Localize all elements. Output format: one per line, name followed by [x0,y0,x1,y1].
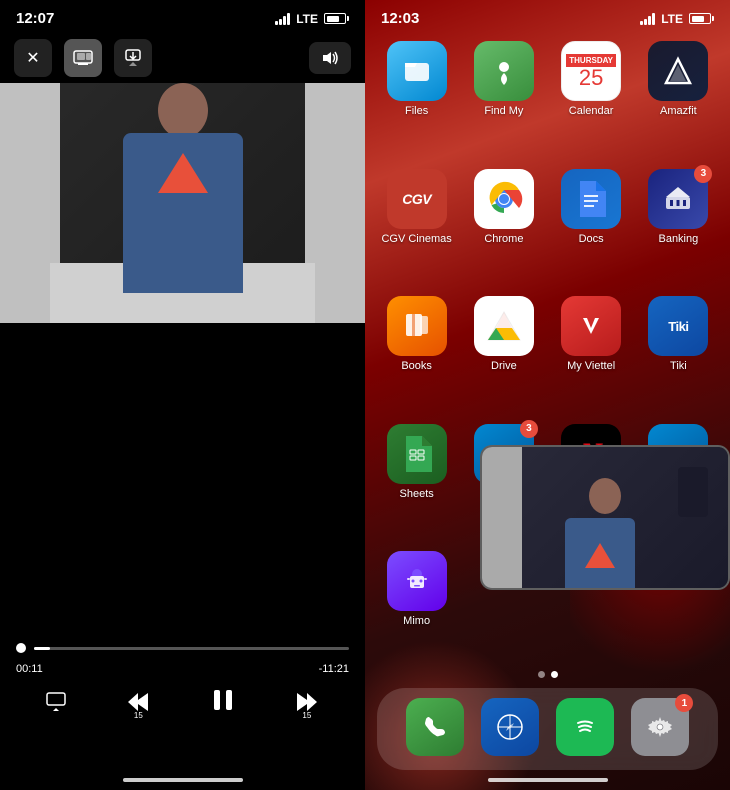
app-sheets[interactable]: Sheets [381,424,452,536]
time-elapsed: 00:11 [16,663,43,675]
progress-row [16,643,349,653]
app-viettel[interactable]: My Viettel [556,296,627,408]
screen-mirror-button[interactable] [64,39,102,77]
banking-label: Banking [658,233,698,245]
banking-badge: 3 [694,165,712,183]
calendar-icon: Thursday 25 [561,41,621,101]
home-indicator [123,778,243,782]
viettel-icon [561,296,621,356]
pip-video-content [482,447,728,588]
cgv-label: CGV Cinemas [381,233,451,245]
dock-phone[interactable] [406,698,464,756]
download-button[interactable] [114,39,152,77]
airplay-button[interactable] [45,691,67,717]
app-mimo[interactable]: Mimo [381,551,452,663]
app-books[interactable]: Books [381,296,452,408]
left-time: 12:07 [16,10,54,27]
app-files[interactable]: Files [381,41,452,153]
right-home-indicator [488,778,608,782]
zalo-badge: 3 [520,420,538,438]
progress-fill [34,647,50,650]
right-battery-icon [689,13,714,24]
app-drive[interactable]: Drive [468,296,539,408]
sheets-icon [387,424,447,484]
signal-bars-icon [275,13,290,25]
right-phone: 12:03 LTE [365,0,730,790]
play-pause-button[interactable] [210,687,236,720]
playback-controls: 00:11 -11:21 15 [0,643,365,720]
app-cgv[interactable]: CGV CGV Cinemas [381,169,452,281]
files-label: Files [405,105,428,117]
left-status-bar: 12:07 LTE [0,0,365,33]
app-calendar[interactable]: Thursday 25 Calendar [556,41,627,153]
page-dot-2[interactable] [551,671,558,678]
amazfit-icon [648,41,708,101]
fast-forward-button[interactable]: 15 [294,691,320,716]
mimo-label: Mimo [403,615,430,627]
left-status-right: LTE [275,12,349,26]
page-dots [365,671,730,678]
app-docs[interactable]: Docs [556,169,627,281]
docs-icon [561,169,621,229]
dock: 1 [377,688,718,770]
progress-dot[interactable] [16,643,26,653]
page-dot-1[interactable] [538,671,545,678]
calendar-label: Calendar [569,105,614,117]
app-banking[interactable]: 3 Banking [643,169,714,281]
app-tiki[interactable]: Tiki Tiki [643,296,714,408]
tiki-icon: Tiki [648,296,708,356]
docs-label: Docs [579,233,604,245]
cgv-icon: CGV [387,169,447,229]
right-lte: LTE [661,12,683,26]
rewind-button[interactable]: 15 [125,691,151,716]
app-chrome[interactable]: Chrome [468,169,539,281]
viettel-label: My Viettel [567,360,615,372]
app-amazfit[interactable]: Amazfit [643,41,714,153]
video-area [0,83,365,323]
dock-spotify[interactable] [556,698,614,756]
time-row: 00:11 -11:21 [16,663,349,675]
close-button[interactable]: ✕ [14,39,52,77]
dock-safari[interactable] [481,698,539,756]
progress-bar[interactable] [34,647,349,650]
controls-bar: ✕ [0,33,365,83]
drive-icon [474,296,534,356]
chrome-icon [474,169,534,229]
right-time: 12:03 [381,10,419,27]
mimo-icon [387,551,447,611]
left-phone: 12:07 LTE ✕ [0,0,365,790]
files-icon [387,41,447,101]
findmy-icon [474,41,534,101]
settings-badge: 1 [675,694,693,712]
right-content: 12:03 LTE [365,0,730,790]
right-signal-bars-icon [640,13,655,25]
drive-label: Drive [491,360,517,372]
dock-settings[interactable]: 1 [631,698,689,756]
playback-buttons: 15 15 [16,687,349,720]
volume-button[interactable] [309,42,351,74]
pip-video[interactable] [480,445,730,590]
left-battery-icon [324,13,349,24]
app-findmy[interactable]: Find My [468,41,539,153]
video-thumbnail [0,83,365,323]
books-label: Books [401,360,432,372]
findmy-label: Find My [484,105,523,117]
left-lte: LTE [296,12,318,26]
sheets-label: Sheets [400,488,434,500]
books-icon [387,296,447,356]
right-status-bar: 12:03 LTE [365,0,730,33]
amazfit-label: Amazfit [660,105,697,117]
time-remaining: -11:21 [319,663,349,675]
right-status-right: LTE [640,12,714,26]
tiki-label: Tiki [670,360,687,372]
chrome-label: Chrome [484,233,523,245]
